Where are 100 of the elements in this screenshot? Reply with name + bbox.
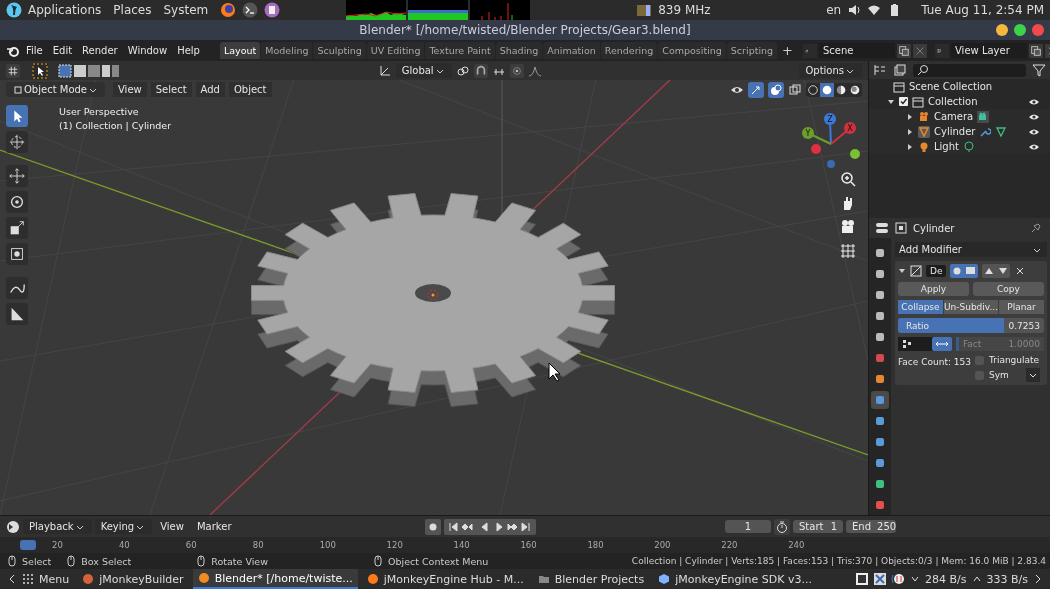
orientation-dropdown[interactable]: Global [395, 63, 452, 78]
workspace-tab[interactable]: Sculpting [313, 42, 366, 59]
search-field[interactable] [913, 63, 1026, 77]
editor-type-icon[interactable] [6, 519, 20, 534]
pin-icon[interactable] [1030, 222, 1042, 234]
ratio-slider[interactable]: Ratio 0.7253 [898, 318, 1044, 333]
browser-icon[interactable] [220, 2, 237, 18]
expand-arrow-icon[interactable] [898, 267, 906, 275]
tool-icon[interactable] [6, 303, 28, 325]
panel-menu[interactable]: System [163, 3, 209, 17]
text-editor-icon[interactable] [264, 2, 281, 18]
stopwatch-icon[interactable] [774, 518, 790, 535]
timeline-menu[interactable]: Marker [191, 519, 237, 534]
select-tool-icon[interactable] [32, 62, 48, 79]
workspace-tab[interactable]: Layout [219, 42, 261, 59]
triangle-icon[interactable] [918, 125, 930, 138]
editor-type-icon[interactable] [873, 63, 887, 77]
minimize-button[interactable] [996, 24, 1008, 36]
taskbar-task[interactable]: Blender Projects [532, 569, 650, 589]
scene-field[interactable]: Scene [819, 43, 895, 58]
camera-icon[interactable] [918, 110, 930, 123]
taskbar-task[interactable]: jMonkeyEngine Hub - M... [361, 569, 529, 589]
editor-type-icon[interactable] [6, 63, 20, 78]
tool-icon[interactable] [6, 243, 28, 265]
gizmo-toggle-icon[interactable] [748, 81, 764, 98]
menu-item[interactable]: File [22, 45, 47, 56]
tool-icon[interactable] [6, 131, 28, 153]
viewport-menu[interactable]: Add [195, 82, 225, 97]
apply-button[interactable]: Apply [898, 282, 969, 296]
mode-tab[interactable]: Planar [999, 300, 1044, 314]
shading-mode-icon[interactable] [820, 82, 834, 97]
taskbar-task[interactable]: Blender* [/home/twiste... [192, 569, 358, 589]
display-mode-icon[interactable] [893, 63, 907, 77]
caret-icon[interactable] [1025, 368, 1040, 382]
record-button-icon[interactable] [425, 518, 442, 535]
expand-arrow-icon[interactable] [906, 112, 914, 121]
zoom-icon[interactable] [838, 169, 858, 189]
tool-icon[interactable] [6, 165, 28, 187]
panel-menu[interactable]: Places [113, 3, 152, 17]
editor-type-icon[interactable] [875, 221, 889, 235]
end-frame-field[interactable]: End 250 [846, 520, 896, 533]
properties-tab[interactable] [871, 391, 889, 409]
axis-handle[interactable] [850, 149, 860, 159]
workspace-tab[interactable]: Modeling [261, 42, 313, 59]
camera-data-icon[interactable] [977, 110, 990, 123]
tool-icon[interactable] [6, 105, 28, 127]
tray-app-icon[interactable] [873, 572, 888, 586]
add-modifier-dropdown[interactable]: Add Modifier [895, 242, 1047, 257]
orientation-icon[interactable] [377, 63, 392, 78]
tray-app-icon[interactable] [855, 572, 870, 586]
light-data-icon[interactable] [962, 140, 975, 153]
grid-icon[interactable] [838, 241, 858, 261]
checkbox-label[interactable]: Sym [989, 370, 1009, 380]
copy-icon[interactable] [1029, 43, 1043, 58]
playhead[interactable] [20, 540, 36, 550]
terminal-icon[interactable] [242, 2, 259, 18]
viewport-menu[interactable]: View [113, 82, 147, 97]
start-frame-field[interactable]: Start 1 [793, 520, 843, 533]
app-menu-button[interactable]: Menu [22, 572, 70, 586]
gear-drawing[interactable] [251, 193, 615, 407]
options-dropdown[interactable]: Options [799, 63, 862, 78]
axis-handle[interactable]: X [830, 122, 856, 145]
tree-item[interactable]: Scene Collection [909, 81, 993, 92]
shading-mode-icon[interactable] [806, 82, 820, 97]
playback-controls-icon[interactable] [444, 518, 537, 535]
checkbox[interactable] [899, 97, 908, 106]
pivot-icon[interactable] [455, 63, 470, 78]
distro-logo-icon[interactable] [6, 2, 22, 18]
mesh-data-icon[interactable] [995, 125, 1008, 138]
selection-mode-icon[interactable] [58, 63, 120, 78]
keyboard-layout[interactable]: en [826, 3, 842, 17]
render-toggle-icon[interactable] [950, 264, 979, 278]
workspace-tab[interactable]: Scripting [726, 42, 778, 59]
menu-item[interactable]: Window [123, 45, 172, 56]
workspace-tab[interactable]: Shading [495, 42, 543, 59]
tool-icon[interactable] [6, 277, 28, 299]
panel-menu[interactable]: Applications [28, 3, 102, 17]
viewport-menu[interactable]: Select [150, 82, 192, 97]
expand-arrow-icon[interactable] [906, 142, 914, 151]
taskbar-task[interactable]: jMonkeyBuilder [77, 569, 189, 589]
workspace-tab[interactable]: Texture Paint [425, 42, 495, 59]
xray-toggle-icon[interactable] [788, 82, 802, 97]
expand-arrow-icon[interactable] [887, 97, 895, 106]
wrench-icon[interactable] [979, 125, 992, 138]
snap-icon[interactable] [473, 63, 488, 78]
maximize-button[interactable] [1014, 24, 1026, 36]
bulb-icon[interactable] [918, 140, 930, 153]
mode-dropdown[interactable]: Object Mode [6, 82, 105, 97]
axis-handle[interactable]: Y [802, 127, 832, 145]
copy-icon[interactable] [897, 43, 911, 58]
modifier-name-field[interactable]: De [926, 265, 947, 277]
workspace-tab[interactable]: UV Editing [366, 42, 425, 59]
timeline-menu[interactable]: Playback [23, 519, 92, 534]
workspace-tab[interactable]: Compositing [658, 42, 726, 59]
timeline-menu[interactable]: Keying [94, 519, 153, 534]
tree-item[interactable]: Cylinder [934, 126, 976, 137]
mode-tab[interactable]: Un-Subdiv... [943, 300, 999, 314]
invert-icon[interactable] [932, 337, 952, 351]
tool-icon[interactable] [6, 191, 28, 213]
checkbox-label[interactable]: Triangulate [989, 355, 1040, 365]
